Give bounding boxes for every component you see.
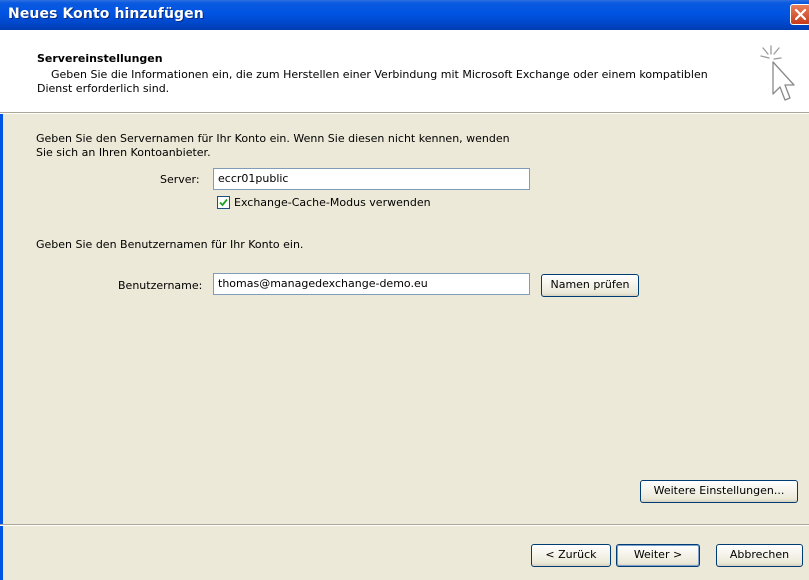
next-button[interactable]: Weiter > bbox=[616, 544, 700, 567]
cancel-button[interactable]: Abbrechen bbox=[716, 544, 803, 567]
page-description: Geben Sie die Informationen ein, die zum… bbox=[37, 68, 747, 96]
username-label: Benutzername: bbox=[118, 279, 203, 292]
close-button[interactable] bbox=[790, 4, 809, 25]
server-instruction-line1: Geben Sie den Servernamen für Ihr Konto … bbox=[36, 132, 510, 145]
check-names-button[interactable]: Namen prüfen bbox=[541, 274, 639, 297]
page-title: Servereinstellungen bbox=[37, 52, 163, 65]
description-line2: Dienst erforderlich sind. bbox=[37, 82, 170, 95]
server-label: Server: bbox=[160, 173, 200, 186]
window-title: Neues Konto hinzufügen bbox=[8, 6, 204, 22]
description-line1: Geben Sie die Informationen ein, die zum… bbox=[51, 68, 708, 81]
footer-divider bbox=[0, 524, 809, 526]
header-divider bbox=[0, 112, 809, 114]
close-icon bbox=[794, 8, 807, 21]
cache-mode-checkbox[interactable] bbox=[217, 196, 230, 209]
title-bar[interactable]: Neues Konto hinzufügen bbox=[0, 0, 809, 30]
username-input[interactable]: thomas@managedexchange-demo.eu bbox=[213, 273, 530, 295]
more-settings-button[interactable]: Weitere Einstellungen... bbox=[640, 480, 798, 503]
server-input[interactable]: eccr01public bbox=[213, 168, 530, 190]
username-instruction: Geben Sie den Benutzernamen für Ihr Kont… bbox=[36, 238, 304, 251]
cache-mode-label[interactable]: Exchange-Cache-Modus verwenden bbox=[234, 196, 431, 209]
server-instruction-line2: Sie sich an Ihren Kontoanbieter. bbox=[36, 146, 211, 159]
wizard-cursor-icon bbox=[760, 45, 795, 101]
checkmark-icon bbox=[219, 198, 228, 207]
back-button[interactable]: < Zurück bbox=[531, 544, 611, 567]
